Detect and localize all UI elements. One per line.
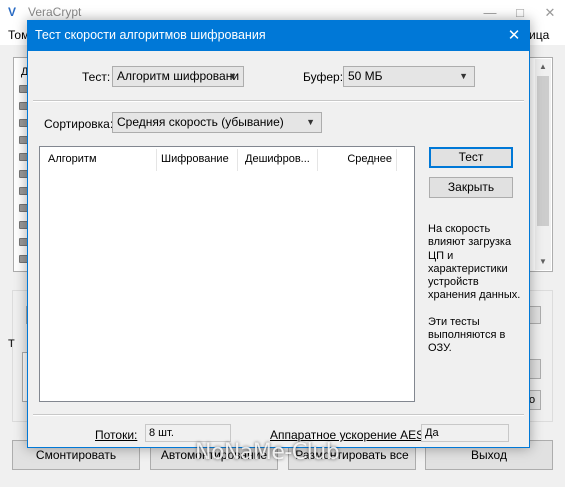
veracrypt-logo-icon: V <box>8 5 17 19</box>
benchmark-dialog: Тест скорости алгоритмов шифрования ✕ Те… <box>27 20 530 448</box>
dialog-titlebar: Тест скорости алгоритмов шифрования ✕ <box>28 21 529 51</box>
dialog-close-icon[interactable]: ✕ <box>499 21 529 51</box>
dialog-title: Тест скорости алгоритмов шифрования <box>35 28 266 42</box>
main-window-title: VeraCrypt <box>28 5 82 19</box>
scrollbar-thumb[interactable] <box>537 76 549 226</box>
buffer-size-value: 50 МБ <box>348 69 383 83</box>
threads-label: Потоки: <box>95 428 138 442</box>
test-type-value: Алгоритм шифровани <box>117 69 240 83</box>
info-paragraph-speed: На скорость влияют загрузка ЦП и характе… <box>428 223 521 302</box>
close-button[interactable]: Закрыть <box>429 177 513 198</box>
column-header-mean[interactable]: Среднее <box>318 147 392 171</box>
divider <box>33 100 524 102</box>
aes-acceleration-value: Да <box>421 424 509 442</box>
column-divider[interactable] <box>156 149 157 171</box>
sort-order-dropdown[interactable]: Средняя скорость (убывание) ▼ <box>112 112 322 133</box>
divider <box>33 414 524 416</box>
close-icon[interactable]: ✕ <box>535 0 565 25</box>
sort-label: Сортировка: <box>44 117 114 131</box>
column-header-encryption[interactable]: Шифрование <box>161 147 237 171</box>
column-header-algorithm[interactable]: Алгоритм <box>48 147 158 171</box>
chevron-down-icon: ▼ <box>459 71 468 81</box>
test-label: Тест: <box>82 70 111 84</box>
buffer-size-dropdown[interactable]: 50 МБ ▼ <box>343 66 475 87</box>
scroll-up-icon[interactable]: ▲ <box>535 59 551 75</box>
vertical-scrollbar[interactable]: ▲ ▼ <box>535 59 551 270</box>
info-paragraph-ram: Эти тесты выполняются в ОЗУ. <box>428 315 506 355</box>
chevron-down-icon: ▼ <box>306 117 315 127</box>
info-text: На скорость влияют загрузка ЦП и характе… <box>428 223 524 369</box>
volume-group-label: Т <box>8 338 15 350</box>
column-divider[interactable] <box>396 149 397 171</box>
buffer-label: Буфер: <box>303 70 344 84</box>
benchmark-results-list[interactable]: Алгоритм Шифрование Дешифров... Среднее <box>39 146 415 402</box>
test-type-dropdown[interactable]: Алгоритм шифровани ▼ <box>112 66 244 87</box>
column-divider[interactable] <box>237 149 238 171</box>
menu-item-homepage[interactable]: ица <box>529 28 549 42</box>
sort-order-value: Средняя скорость (убывание) <box>117 115 284 129</box>
scroll-down-icon[interactable]: ▼ <box>535 254 551 270</box>
watermark: NoNaMe-Club <box>195 440 340 465</box>
column-header-decryption[interactable]: Дешифров... <box>245 147 317 171</box>
chevron-down-icon: ▼ <box>228 71 237 81</box>
run-test-button[interactable]: Тест <box>429 147 513 168</box>
